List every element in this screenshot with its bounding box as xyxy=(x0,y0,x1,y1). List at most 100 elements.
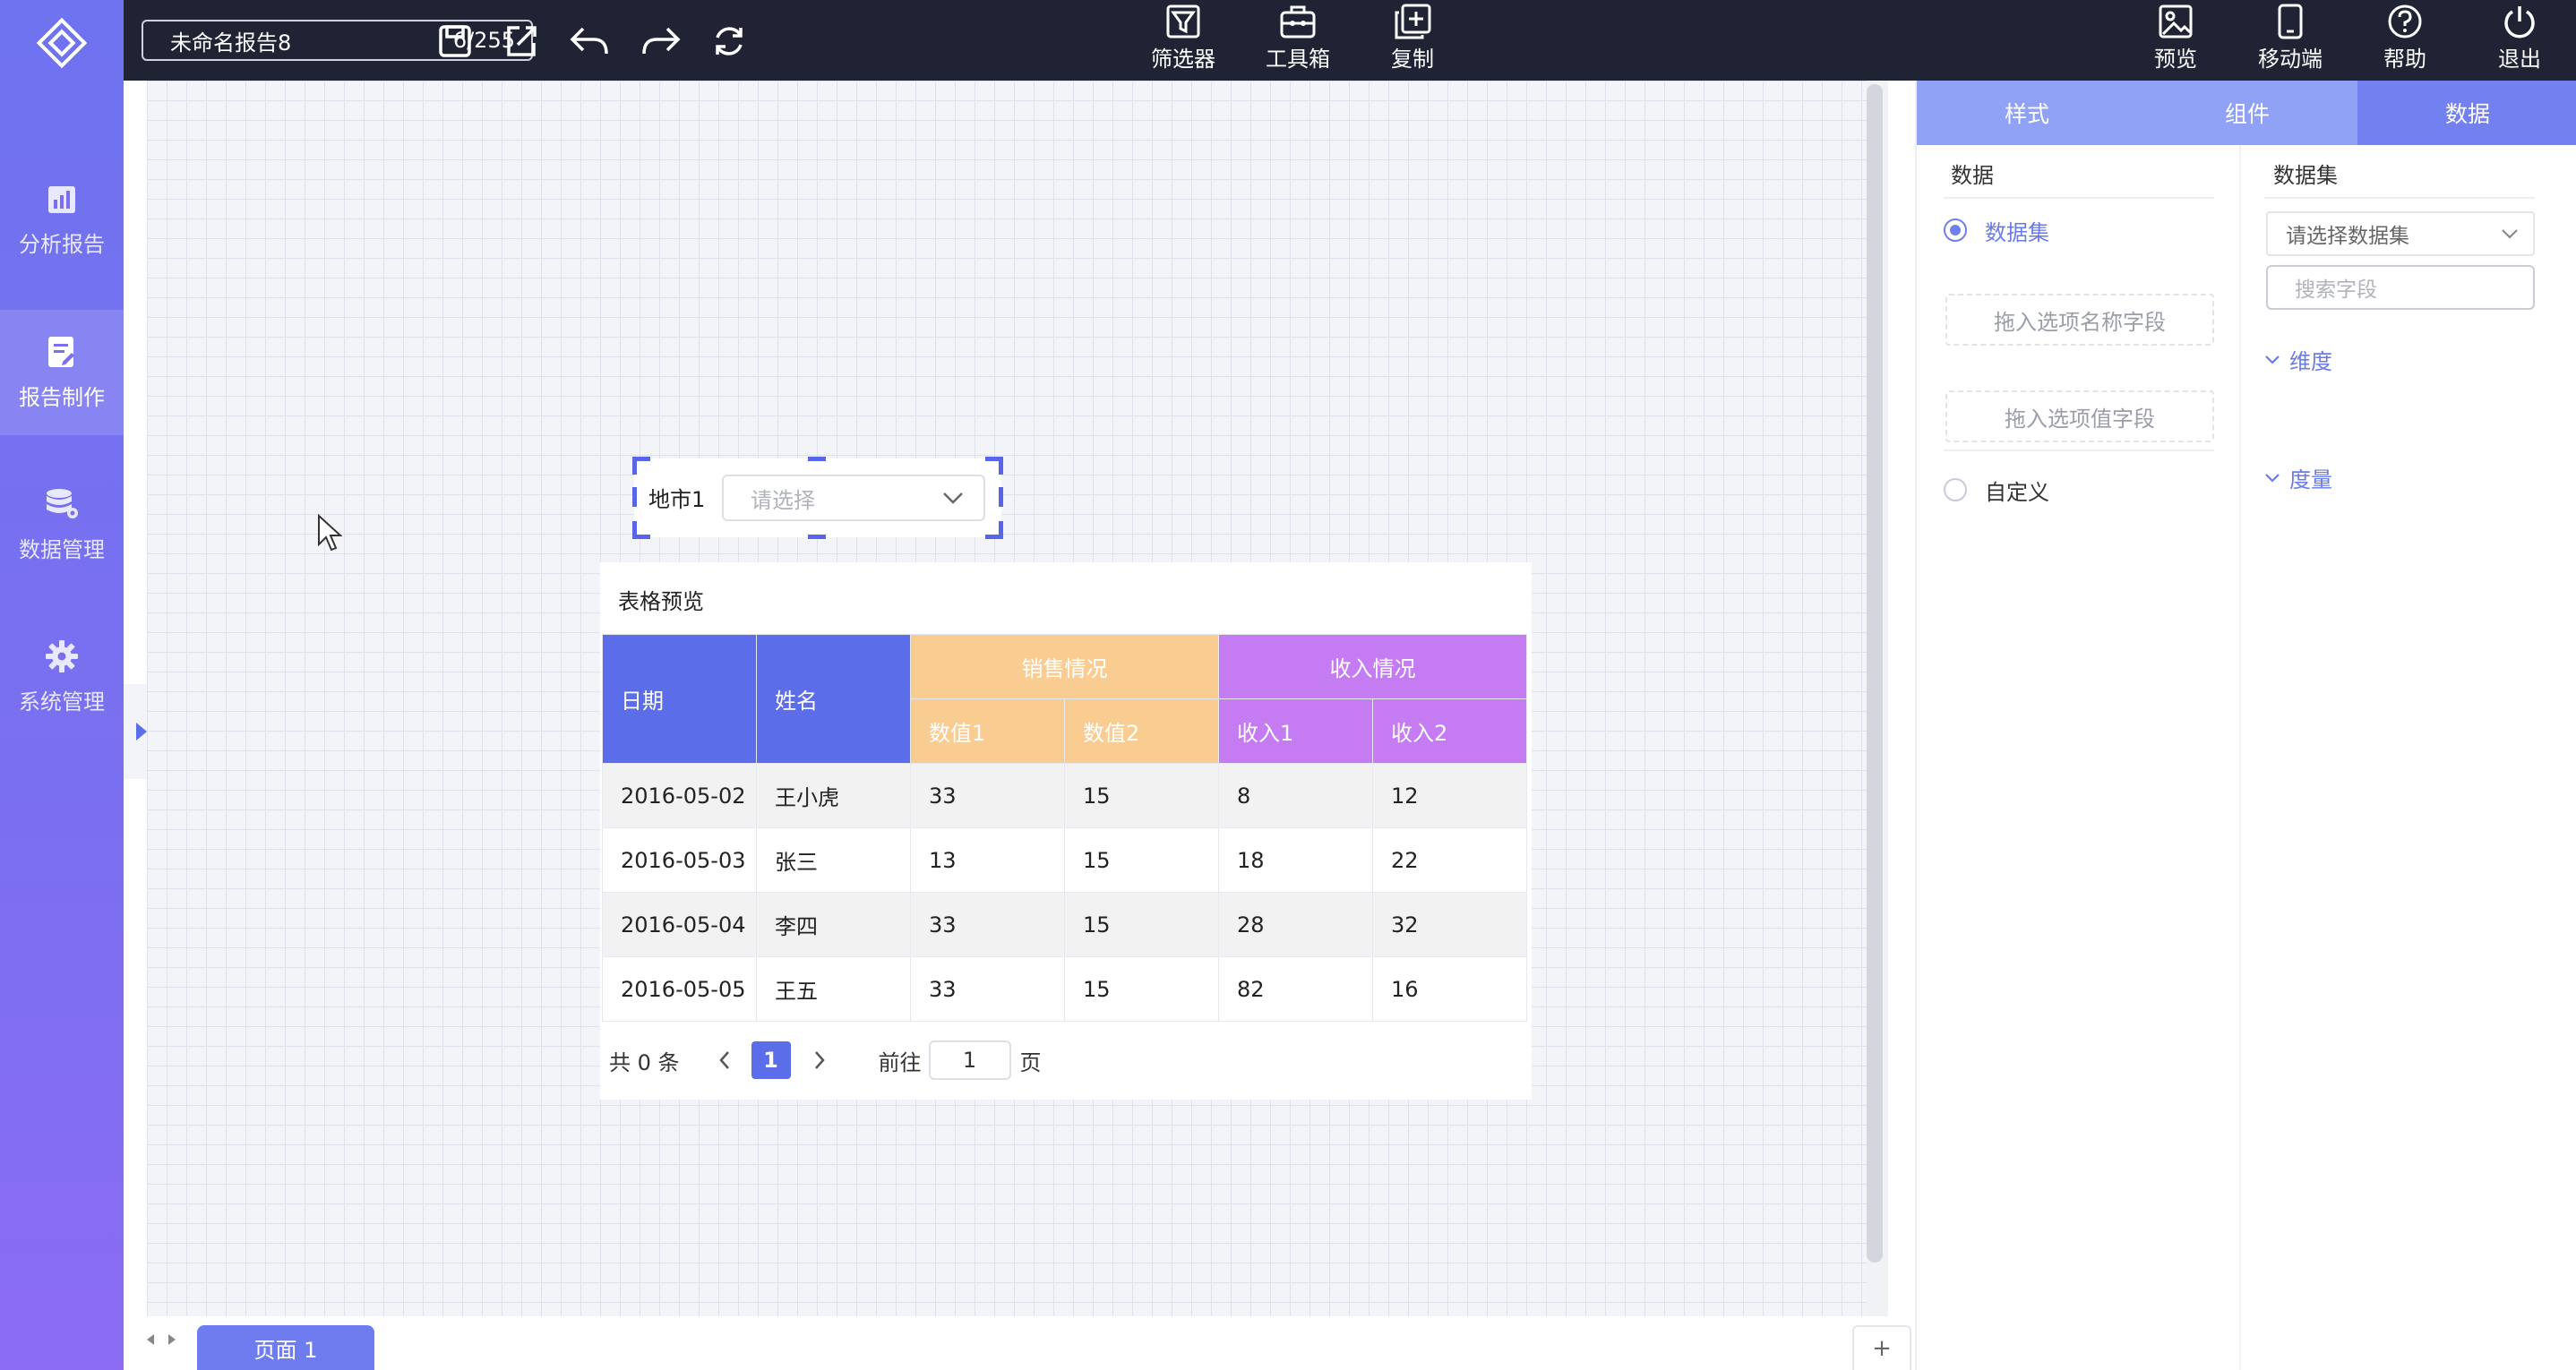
field-search-placeholder: 搜索字段 xyxy=(2295,278,2377,302)
toolbox-button[interactable]: 工具箱 xyxy=(1249,4,1347,77)
header-sales-group[interactable]: 销售情况 xyxy=(910,634,1219,699)
pagination: 共 0 条 1 前往 1 页 xyxy=(609,1040,1042,1080)
logout-label: 退出 xyxy=(2498,47,2541,72)
table-row[interactable]: 2016-05-05 王五 33 15 82 16 xyxy=(602,956,1527,1022)
cell-income2: 12 xyxy=(1372,763,1527,828)
pagination-current-page[interactable]: 1 xyxy=(751,1041,791,1079)
radio-custom-label[interactable]: 自定义 xyxy=(1985,475,2049,506)
logout-button[interactable]: 退出 xyxy=(2470,4,2569,77)
filter-label: 地市1 xyxy=(648,487,706,512)
caret-left-icon[interactable] xyxy=(145,1332,156,1347)
mobile-button[interactable]: 移动端 xyxy=(2241,4,2340,77)
filter-select-placeholder: 请选择 xyxy=(751,487,815,513)
help-button[interactable]: 帮助 xyxy=(2356,4,2454,77)
radio-dataset[interactable] xyxy=(1944,218,1967,242)
cell-income2: 32 xyxy=(1372,892,1527,957)
refresh-button[interactable] xyxy=(708,20,751,63)
copy-label: 复制 xyxy=(1391,47,1434,72)
selection-handle[interactable] xyxy=(999,487,1003,507)
table-row[interactable]: 2016-05-02 王小虎 33 15 8 12 xyxy=(602,763,1527,828)
copy-icon xyxy=(1395,4,1431,39)
drop-zone-option-name[interactable]: 拖入选项名称字段 xyxy=(1945,294,2214,346)
tree-item-measure[interactable]: 度量 xyxy=(2264,462,2332,493)
selection-handle[interactable] xyxy=(985,521,1003,539)
chevron-left-icon[interactable] xyxy=(717,1049,732,1071)
sidebar-item-data-management[interactable]: 数据管理 xyxy=(0,462,124,587)
cell-date: 2016-05-02 xyxy=(602,763,757,828)
header-value1[interactable]: 数值1 xyxy=(910,698,1065,764)
caret-right-icon[interactable] xyxy=(167,1332,177,1347)
sidebar-item-system-management[interactable]: 系统管理 xyxy=(0,614,124,740)
cell-name: 李四 xyxy=(756,892,911,957)
filter-widget[interactable]: 地市1 请选择 xyxy=(632,457,1003,539)
radio-custom[interactable] xyxy=(1944,478,1967,501)
preview-table: 日期 姓名 销售情况 收入情况 数值1 数值2 收入1 收入2 2016-05-… xyxy=(602,634,1527,1022)
tab-data[interactable]: 数据 xyxy=(2357,81,2576,145)
chevron-down-icon xyxy=(943,492,963,504)
table-row[interactable]: 2016-05-04 李四 33 15 28 32 xyxy=(602,892,1527,957)
table-row[interactable]: 2016-05-03 张三 13 15 18 22 xyxy=(602,827,1527,893)
header-income-group[interactable]: 收入情况 xyxy=(1218,634,1527,699)
selection-handle[interactable] xyxy=(985,457,1003,475)
sidebar-item-label: 分析报告 xyxy=(19,231,105,257)
goto-page-input[interactable]: 1 xyxy=(928,1040,1011,1080)
dataset-section-title: 数据集 xyxy=(2273,163,2338,188)
table-preview-widget[interactable]: 表格预览 日期 姓名 销售情况 收入情况 数值1 数值2 收入1 收入2 201… xyxy=(600,562,1532,1100)
power-icon xyxy=(2504,6,2535,39)
report-edit-icon xyxy=(48,336,74,367)
cell-date: 2016-05-05 xyxy=(602,956,757,1022)
tab-component[interactable]: 组件 xyxy=(2137,81,2357,145)
cell-income2: 16 xyxy=(1372,956,1527,1022)
sidebar-item-label: 系统管理 xyxy=(19,689,105,715)
tree-item-dimension[interactable]: 维度 xyxy=(2264,344,2332,375)
add-page-button[interactable]: + xyxy=(1852,1325,1911,1370)
export-icon xyxy=(507,26,537,56)
header-date[interactable]: 日期 xyxy=(602,634,757,764)
selection-handle[interactable] xyxy=(632,457,650,475)
mobile-icon xyxy=(2278,4,2303,39)
selection-handle[interactable] xyxy=(808,535,826,539)
header-value2[interactable]: 数值2 xyxy=(1064,698,1219,764)
header-income2[interactable]: 收入2 xyxy=(1372,698,1527,764)
preview-button[interactable]: 预览 xyxy=(2126,4,2225,77)
header-name[interactable]: 姓名 xyxy=(756,634,911,764)
tab-style[interactable]: 样式 xyxy=(1917,81,2137,145)
cell-name: 张三 xyxy=(756,827,911,893)
cell-income1: 18 xyxy=(1218,827,1373,893)
cell-date: 2016-05-03 xyxy=(602,827,757,893)
selection-handle[interactable] xyxy=(632,487,637,507)
export-button[interactable] xyxy=(500,20,543,63)
filter-button[interactable]: 筛选器 xyxy=(1134,4,1232,77)
cell-value2: 15 xyxy=(1064,956,1219,1022)
canvas-scrollbar-thumb[interactable] xyxy=(1867,84,1883,1263)
undo-icon xyxy=(570,27,608,55)
redo-button[interactable] xyxy=(640,20,683,63)
page-tab-1[interactable]: 页面 1 xyxy=(197,1325,374,1370)
cell-value1: 33 xyxy=(910,956,1065,1022)
cell-date: 2016-05-04 xyxy=(602,892,757,957)
preview-label: 预览 xyxy=(2154,47,2197,72)
divider xyxy=(2264,197,2535,199)
help-label: 帮助 xyxy=(2383,47,2426,72)
sidebar-item-analysis-report[interactable]: 分析报告 xyxy=(0,158,124,283)
goto-label: 前往 xyxy=(878,1049,922,1075)
help-icon xyxy=(2388,4,2422,39)
cell-value1: 33 xyxy=(910,892,1065,957)
selection-handle[interactable] xyxy=(808,457,826,461)
copy-button[interactable]: 复制 xyxy=(1363,4,1462,77)
app-logo[interactable] xyxy=(0,0,124,86)
sidebar-item-report-edit[interactable]: 报告制作 xyxy=(0,310,124,435)
selection-handle[interactable] xyxy=(632,521,650,539)
filter-select[interactable]: 请选择 xyxy=(722,475,985,521)
page-suffix: 页 xyxy=(1019,1049,1042,1075)
header-income1[interactable]: 收入1 xyxy=(1218,698,1373,764)
drop-zone-option-value[interactable]: 拖入选项值字段 xyxy=(1945,390,2214,442)
preview-icon xyxy=(2159,4,2193,39)
radio-dataset-label[interactable]: 数据集 xyxy=(1985,215,2049,246)
chevron-right-icon[interactable] xyxy=(812,1049,827,1071)
save-button[interactable] xyxy=(434,20,477,63)
dataset-select[interactable]: 请选择数据集 xyxy=(2266,211,2535,256)
field-search-input[interactable]: 搜索字段 xyxy=(2266,265,2535,310)
filter-icon xyxy=(1166,4,1200,39)
undo-button[interactable] xyxy=(568,20,611,63)
